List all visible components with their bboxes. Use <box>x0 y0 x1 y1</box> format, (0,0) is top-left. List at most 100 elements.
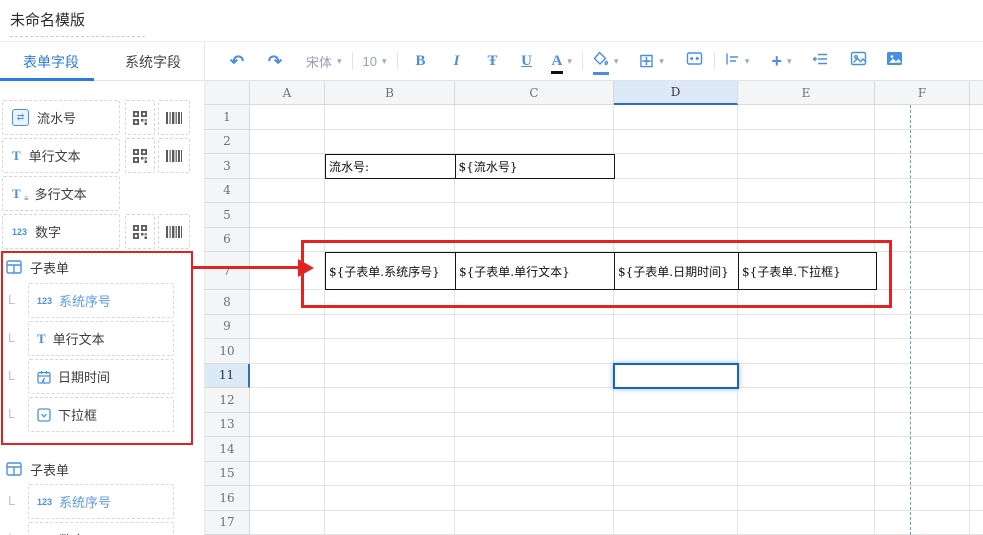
cell-B10[interactable] <box>325 339 455 364</box>
subform-header[interactable]: 子表单 <box>6 458 69 480</box>
tab-system-fields[interactable]: 系统字段 <box>102 42 204 81</box>
cell-X5[interactable] <box>970 203 983 228</box>
cell-B17[interactable] <box>325 511 455 535</box>
cell-E17[interactable] <box>738 511 875 535</box>
cell-A2[interactable] <box>250 130 325 155</box>
cell-F2[interactable] <box>875 130 970 155</box>
cell-X15[interactable] <box>970 462 983 487</box>
field-number[interactable]: 123 数字 <box>2 214 120 249</box>
cell-A15[interactable] <box>250 462 325 487</box>
column-header-B[interactable]: B <box>325 81 455 105</box>
cell-B11[interactable] <box>325 364 455 389</box>
barcode-button[interactable] <box>158 138 190 173</box>
cell-D3[interactable] <box>614 154 738 179</box>
cell-X7[interactable] <box>970 252 983 290</box>
cell-A11[interactable] <box>250 364 325 389</box>
field-multi-line-text[interactable]: T 多行文本 <box>2 176 120 211</box>
cell-F15[interactable] <box>875 462 970 487</box>
cell-F3[interactable] <box>875 154 970 179</box>
insert-button[interactable]: +▾ <box>771 48 791 74</box>
row-header-5[interactable]: 5 <box>205 203 250 228</box>
outdent-button[interactable] <box>811 48 829 74</box>
cell-B9[interactable] <box>325 315 455 340</box>
subform-field-system-serial[interactable]: 123 系统序号 <box>28 484 174 519</box>
tab-form-fields[interactable]: 表单字段 <box>0 42 102 81</box>
row-header-3[interactable]: 3 <box>205 154 250 179</box>
cell-B3-content[interactable]: 流水号: <box>326 155 456 179</box>
cell-E4[interactable] <box>738 179 875 204</box>
row-header-14[interactable]: 14 <box>205 437 250 462</box>
undo-button[interactable]: ↶ <box>228 48 246 74</box>
cell-D9[interactable] <box>614 315 738 340</box>
row-header-11[interactable]: 11 <box>205 364 250 389</box>
cell-B1[interactable] <box>325 105 455 130</box>
cell-X9[interactable] <box>970 315 983 340</box>
cell-A3[interactable] <box>250 154 325 179</box>
cell-B12[interactable] <box>325 388 455 413</box>
cell-B14[interactable] <box>325 437 455 462</box>
cell-D16[interactable] <box>614 486 738 511</box>
cell-F17[interactable] <box>875 511 970 535</box>
row-header-7[interactable]: 7 <box>205 252 250 290</box>
italic-button[interactable]: I <box>448 48 466 74</box>
font-color-button[interactable]: A▾ <box>552 48 572 74</box>
cell-B5[interactable] <box>325 203 455 228</box>
cell-A10[interactable] <box>250 339 325 364</box>
cell-X3[interactable] <box>970 154 983 179</box>
cell-C14[interactable] <box>455 437 614 462</box>
row-header-12[interactable]: 12 <box>205 388 250 413</box>
row-header-1[interactable]: 1 <box>205 105 250 130</box>
cell-C17[interactable] <box>455 511 614 535</box>
cell-A16[interactable] <box>250 486 325 511</box>
cell-E9[interactable] <box>738 315 875 340</box>
cell-A5[interactable] <box>250 203 325 228</box>
cell-D5[interactable] <box>614 203 738 228</box>
image-button[interactable] <box>849 48 867 74</box>
cell-X16[interactable] <box>970 486 983 511</box>
cell-X1[interactable] <box>970 105 983 130</box>
cell-B2[interactable] <box>325 130 455 155</box>
fill-color-button[interactable]: ▾ <box>593 48 619 74</box>
cell-B16[interactable] <box>325 486 455 511</box>
cell-E5[interactable] <box>738 203 875 228</box>
subform-field-number[interactable]: 123 数字 <box>28 522 174 535</box>
cell-X8[interactable] <box>970 290 983 315</box>
cell-C11[interactable] <box>455 364 614 389</box>
cell-X14[interactable] <box>970 437 983 462</box>
cell-X10[interactable] <box>970 339 983 364</box>
font-size-select[interactable]: 10▾ <box>363 48 387 74</box>
cell-A4[interactable] <box>250 179 325 204</box>
cell-C9[interactable] <box>455 315 614 340</box>
cell-F12[interactable] <box>875 388 970 413</box>
cell-D4[interactable] <box>614 179 738 204</box>
cell-D17[interactable] <box>614 511 738 535</box>
cell-C4[interactable] <box>455 179 614 204</box>
cell-X2[interactable] <box>970 130 983 155</box>
cell-F13[interactable] <box>875 413 970 438</box>
strikethrough-button[interactable]: Ŧ <box>484 48 502 74</box>
qr-code-button[interactable] <box>125 100 155 135</box>
cell-X4[interactable] <box>970 179 983 204</box>
selected-cell-D11[interactable] <box>613 363 739 389</box>
cell-C12[interactable] <box>455 388 614 413</box>
column-header-A[interactable]: A <box>250 81 325 105</box>
grid-corner[interactable] <box>205 81 250 105</box>
cell-E13[interactable] <box>738 413 875 438</box>
redo-button[interactable]: ↷ <box>266 48 284 74</box>
column-header-D[interactable]: D <box>614 81 738 105</box>
row-header-6[interactable]: 6 <box>205 228 250 253</box>
cell-D12[interactable] <box>614 388 738 413</box>
barcode-button[interactable] <box>158 100 190 135</box>
bold-button[interactable]: B <box>412 48 430 74</box>
merge-cells-button[interactable] <box>686 48 704 74</box>
cell-X17[interactable] <box>970 511 983 535</box>
cell-F14[interactable] <box>875 437 970 462</box>
field-single-line-text[interactable]: T 单行文本 <box>2 138 120 173</box>
cell-F9[interactable] <box>875 315 970 340</box>
row-header-16[interactable]: 16 <box>205 486 250 511</box>
cell-F1[interactable] <box>875 105 970 130</box>
column-header-E[interactable]: E <box>738 81 875 105</box>
borders-button[interactable]: ⊞▾ <box>638 48 663 74</box>
cell-A12[interactable] <box>250 388 325 413</box>
cell-C13[interactable] <box>455 413 614 438</box>
